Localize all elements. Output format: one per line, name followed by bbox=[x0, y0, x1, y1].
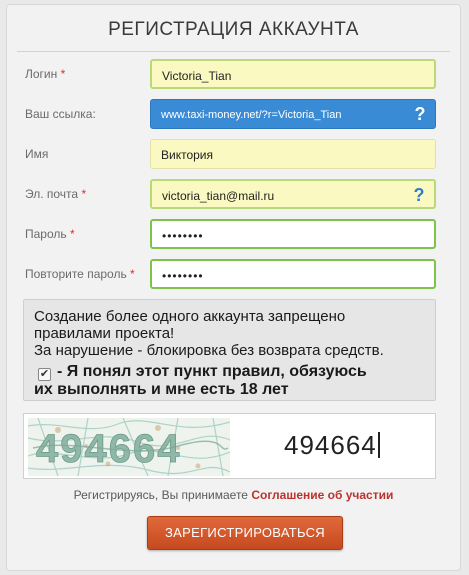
email-value: victoria_tian@mail.ru bbox=[162, 189, 275, 203]
login-label: Логин * bbox=[25, 67, 66, 81]
warning-line-1: Создание более одного аккаунта запрещено bbox=[34, 308, 346, 325]
help-icon[interactable]: ? bbox=[411, 104, 429, 124]
agree-text: - Я понял этот пункт правил, обязуюсь bbox=[57, 363, 367, 380]
login-row: Логин * Victoria_Tian bbox=[7, 59, 460, 89]
email-row: Эл. почта * victoria_tian@mail.ru ? bbox=[7, 179, 460, 209]
ref-link-field[interactable]: www.taxi-money.net/?r=Victoria_Tian ? bbox=[150, 99, 436, 129]
password-input[interactable]: •••••••• bbox=[150, 219, 436, 249]
name-row: Имя Виктория bbox=[7, 139, 460, 169]
warning-line-2: правилами проекта! bbox=[34, 325, 175, 342]
ref-link-row: Ваш ссылка: www.taxi-money.net/?r=Victor… bbox=[7, 99, 460, 129]
password-label: Пароль * bbox=[25, 227, 75, 241]
captcha-box: 494664 494664 bbox=[23, 413, 436, 479]
title-divider bbox=[17, 51, 450, 52]
warning-line-3: За нарушение - блокировка без возврата с… bbox=[34, 342, 384, 359]
name-input[interactable]: Виктория bbox=[150, 139, 436, 169]
password-row: Пароль * •••••••• bbox=[7, 219, 460, 249]
ref-link-label: Ваш ссылка: bbox=[25, 107, 96, 121]
ref-link-value: www.taxi-money.net/?r=Victoria_Tian bbox=[161, 109, 342, 121]
terms-text: Регистрируясь, Вы принимаете Соглашение … bbox=[7, 488, 460, 502]
required-mark: * bbox=[60, 67, 66, 81]
password-repeat-input[interactable]: •••••••• bbox=[150, 259, 436, 289]
help-icon[interactable]: ? bbox=[410, 185, 428, 205]
email-label: Эл. почта * bbox=[25, 187, 87, 201]
terms-link[interactable]: Соглашение об участии bbox=[251, 488, 393, 502]
agree-checkbox[interactable]: ✔ bbox=[38, 368, 51, 381]
required-mark: * bbox=[69, 227, 75, 241]
warning-box: Создание более одного аккаунта запрещено… bbox=[23, 299, 436, 401]
agree-text-2: их выполнять и мне есть 18 лет bbox=[34, 381, 289, 398]
required-mark: * bbox=[81, 187, 87, 201]
register-button[interactable]: ЗАРЕГИСТРИРОВАТЬСЯ bbox=[147, 516, 343, 550]
captcha-image: 494664 bbox=[28, 418, 230, 476]
captcha-input-value: 494664 bbox=[284, 430, 377, 460]
captcha-input[interactable]: 494664 bbox=[284, 430, 380, 461]
agree-rules: ✔ - Я понял этот пункт правил, обязуюсь и… bbox=[34, 363, 425, 399]
page-title: РЕГИСТРАЦИЯ АККАУНТА bbox=[108, 19, 359, 40]
login-input[interactable]: Victoria_Tian bbox=[150, 59, 436, 89]
registration-panel: РЕГИСТРАЦИЯ АККАУНТА Логин * Victoria_Ti… bbox=[6, 4, 461, 571]
text-caret bbox=[377, 432, 380, 458]
password-repeat-row: Повторите пароль * •••••••• bbox=[7, 259, 460, 289]
name-label: Имя bbox=[25, 147, 49, 161]
email-input[interactable]: victoria_tian@mail.ru ? bbox=[150, 179, 436, 209]
password-repeat-label: Повторите пароль * bbox=[25, 267, 135, 281]
terms-prefix: Регистрируясь, Вы принимаете bbox=[73, 488, 248, 502]
required-mark: * bbox=[130, 267, 135, 281]
